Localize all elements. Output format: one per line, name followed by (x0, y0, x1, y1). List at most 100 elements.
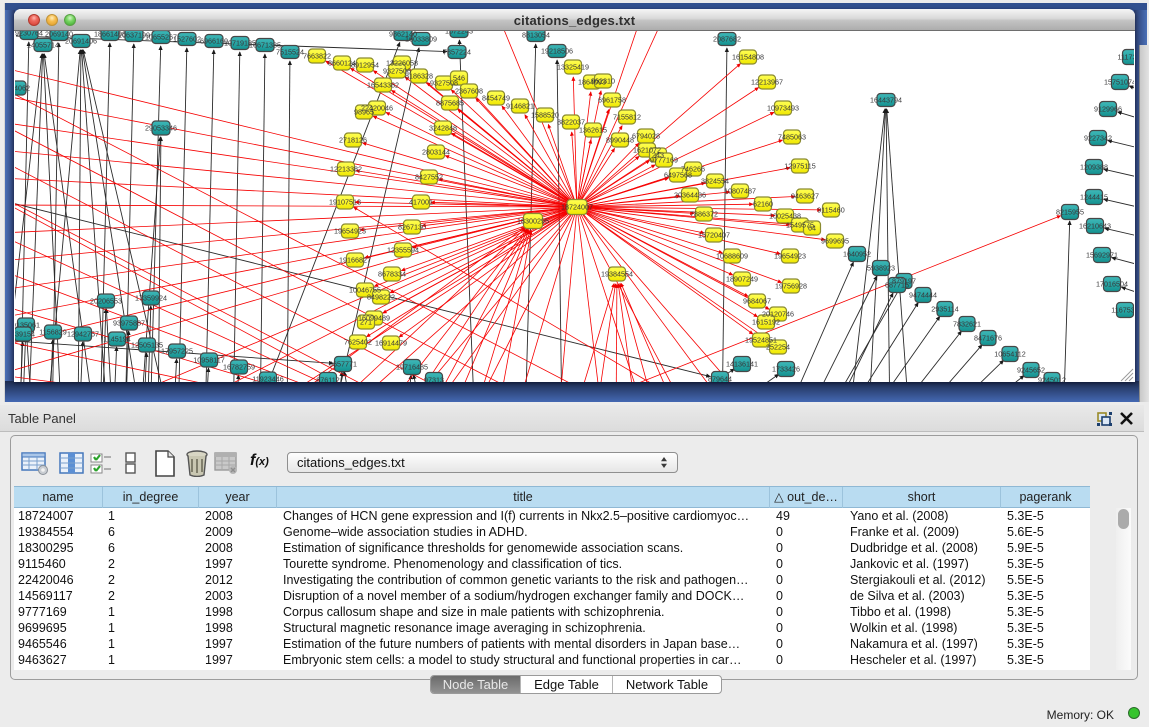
svg-text:3824554: 3824554 (701, 177, 729, 186)
svg-text:19218506: 19218506 (541, 47, 573, 56)
svg-text:11923446: 11923446 (252, 375, 283, 382)
svg-text:12505135: 12505135 (131, 341, 163, 350)
svg-text:8912954: 8912954 (351, 61, 379, 70)
svg-text:9463627: 9463627 (791, 192, 819, 201)
svg-text:7886372: 7886372 (690, 210, 718, 219)
svg-text:19107513: 19107513 (329, 198, 361, 207)
svg-text:7832621: 7832621 (953, 320, 981, 329)
svg-text:14136141: 14136141 (726, 360, 758, 369)
svg-text:1733426: 1733426 (772, 365, 800, 374)
svg-text:16914479: 16914479 (375, 339, 407, 348)
svg-text:9474444: 9474444 (909, 291, 937, 300)
svg-text:8267130: 8267130 (398, 223, 426, 232)
svg-text:9245012: 9245012 (1038, 376, 1066, 382)
svg-text:14055714: 14055714 (27, 41, 59, 50)
svg-text:12942757: 12942757 (67, 330, 99, 339)
svg-text:9115460: 9115460 (817, 206, 844, 215)
svg-text:9684067: 9684067 (743, 297, 771, 306)
svg-text:8471676: 8471676 (974, 334, 1002, 343)
svg-text:16210643: 16210643 (1079, 222, 1111, 231)
svg-text:9146821: 9146821 (506, 102, 534, 111)
svg-text:64: 64 (808, 224, 816, 233)
svg-text:9777169: 9777169 (650, 156, 678, 165)
svg-text:15751074: 15751074 (1104, 78, 1134, 87)
svg-text:10688609: 10688609 (716, 252, 748, 261)
svg-text:16443794: 16443794 (870, 96, 902, 105)
svg-text:1640952: 1640952 (843, 250, 871, 259)
svg-text:8990448: 8990448 (606, 136, 634, 145)
svg-text:7857224: 7857224 (443, 48, 471, 57)
svg-text:10973493: 10973493 (767, 104, 799, 113)
svg-text:29053346: 29053346 (145, 124, 177, 133)
svg-text:1117304: 1117304 (1118, 53, 1134, 62)
svg-text:16543382: 16543382 (367, 81, 399, 90)
svg-text:6497568: 6497568 (664, 171, 692, 180)
svg-text:1362615: 1362615 (579, 126, 607, 135)
svg-text:19716485: 19716485 (396, 363, 428, 372)
svg-text:1527602: 1527602 (173, 35, 201, 44)
svg-text:8678334: 8678334 (378, 270, 406, 279)
svg-text:1167533: 1167533 (1111, 306, 1134, 315)
svg-text:15720407: 15720407 (698, 231, 730, 240)
svg-text:7515524: 7515524 (276, 48, 304, 57)
svg-text:6961758: 6961758 (598, 96, 626, 105)
svg-text:1244415: 1244415 (1080, 193, 1108, 202)
svg-text:1572243: 1572243 (445, 31, 473, 36)
svg-text:252254: 252254 (766, 343, 790, 352)
svg-text:18300295: 18300295 (517, 217, 549, 226)
svg-text:98965: 98965 (354, 108, 374, 117)
svg-text:17016504: 17016504 (1096, 280, 1128, 289)
svg-text:687715: 687715 (885, 281, 909, 290)
svg-text:20364436: 20364436 (674, 191, 706, 200)
svg-text:3242848: 3242848 (429, 124, 457, 133)
svg-text:93975887: 93975887 (113, 319, 145, 328)
svg-text:12355594: 12355594 (387, 246, 419, 255)
svg-text:2803144: 2803144 (422, 148, 450, 157)
svg-text:9657771: 9657771 (329, 360, 357, 369)
svg-text:9699695: 9699695 (821, 237, 849, 246)
svg-text:15692971: 15692971 (1086, 251, 1118, 260)
svg-text:19166827: 19166827 (339, 256, 371, 265)
svg-text:1615192: 1615192 (752, 318, 780, 327)
svg-text:16782759: 16782759 (223, 363, 255, 372)
svg-text:97313: 97313 (424, 376, 444, 382)
svg-text:7663822: 7663822 (303, 52, 331, 61)
svg-text:417001: 417001 (409, 198, 433, 207)
svg-text:18724007: 18724007 (561, 203, 593, 212)
svg-text:12213382: 12213382 (330, 165, 362, 174)
svg-text:8427552: 8427552 (415, 173, 443, 182)
svg-text:962310: 962310 (591, 77, 615, 86)
svg-text:9245652: 9245652 (1017, 366, 1045, 375)
svg-text:10654112: 10654112 (994, 350, 1025, 359)
svg-text:19384554: 19384554 (601, 270, 633, 279)
svg-text:5938923: 5938923 (867, 264, 895, 273)
svg-text:546: 546 (453, 74, 465, 83)
svg-text:939154: 939154 (15, 330, 35, 339)
svg-text:17957225: 17957225 (161, 347, 193, 356)
svg-text:17359924: 17359924 (135, 294, 167, 303)
svg-text:12213967: 12213967 (751, 78, 783, 87)
svg-text:2367608: 2367608 (455, 87, 483, 96)
svg-text:1156829: 1156829 (39, 328, 66, 337)
svg-text:8498222: 8498222 (367, 293, 395, 302)
svg-text:7155812: 7155812 (613, 113, 641, 122)
svg-text:2087682: 2087682 (713, 35, 741, 44)
svg-text:18907249: 18907249 (726, 275, 758, 284)
svg-text:10807487: 10807487 (724, 187, 756, 196)
svg-text:20206553: 20206553 (90, 297, 122, 306)
svg-text:876112: 876112 (316, 376, 339, 382)
svg-text:62160: 62160 (753, 200, 773, 209)
svg-text:16033809: 16033809 (405, 35, 437, 44)
svg-text:7485063: 7485063 (778, 133, 806, 142)
svg-text:1588520: 1588520 (531, 111, 559, 120)
svg-text:19654923: 19654923 (774, 252, 806, 261)
svg-text:879644: 879644 (708, 375, 732, 382)
svg-text:13325419: 13325419 (557, 63, 589, 72)
svg-text:9135061: 9135061 (15, 321, 40, 330)
svg-text:10025438: 10025438 (769, 212, 801, 221)
svg-text:16154808: 16154808 (732, 53, 764, 62)
svg-text:271: 271 (360, 318, 372, 327)
svg-text:12975115: 12975115 (784, 162, 815, 171)
svg-text:9227342: 9227342 (1084, 134, 1112, 143)
svg-text:9129966: 9129966 (1094, 105, 1122, 114)
